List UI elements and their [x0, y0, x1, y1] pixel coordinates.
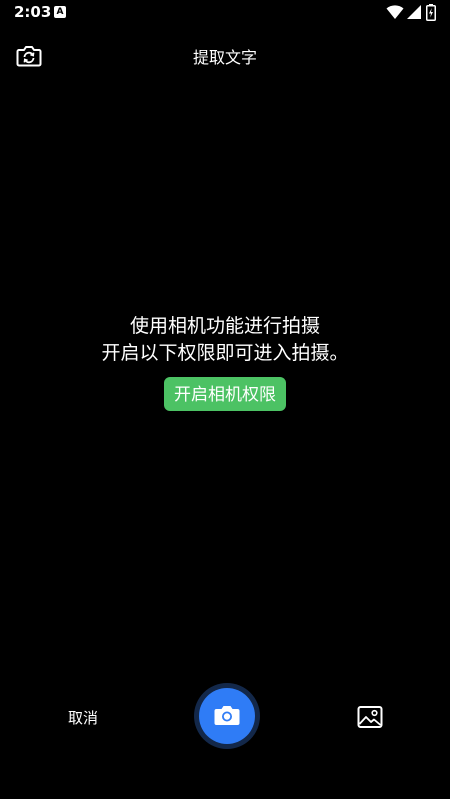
- camera-screen: 2:03 A 提取文字 使用相机功能进行拍摄 开启以下权限即可进入拍摄。 开启相…: [0, 0, 450, 799]
- page-title: 提取文字: [192, 48, 257, 67]
- wifi-icon: [386, 5, 404, 19]
- image-gallery-icon: [357, 706, 383, 728]
- camera-icon: [214, 706, 240, 725]
- permission-message: 使用相机功能进行拍摄 开启以下权限即可进入拍摄。: [0, 313, 450, 367]
- battery-icon: [426, 4, 436, 21]
- status-bar: 2:03 A: [0, 0, 450, 26]
- permission-message-line-2: 开启以下权限即可进入拍摄。: [101, 342, 349, 364]
- gallery-button[interactable]: [357, 705, 383, 729]
- cancel-button[interactable]: 取消: [60, 706, 106, 730]
- open-camera-permission-button[interactable]: 开启相机权限: [164, 377, 286, 411]
- shutter-button[interactable]: [199, 688, 255, 744]
- notification-badge: A: [54, 6, 66, 18]
- permission-message-line-1: 使用相机功能进行拍摄: [129, 315, 320, 337]
- cellular-signal-icon: [407, 5, 421, 19]
- status-icons: [386, 4, 438, 22]
- status-time: 2:03: [14, 3, 52, 21]
